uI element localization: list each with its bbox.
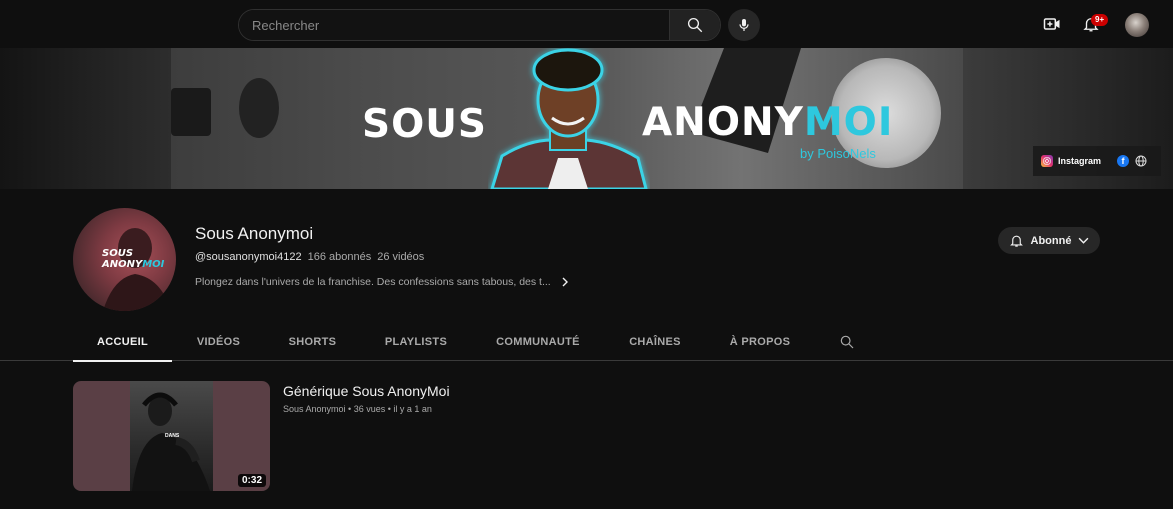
tab-communaute[interactable]: COMMUNAUTÉ xyxy=(486,322,590,361)
banner-title-right-white: ANONY xyxy=(642,100,804,145)
microphone-icon xyxy=(739,19,749,31)
tab-videos[interactable]: VIDÉOS xyxy=(186,322,251,361)
instagram-link[interactable]: Instagram xyxy=(1041,155,1101,167)
notification-badge: 9+ xyxy=(1091,14,1109,26)
channel-description-text: Plongez dans l'univers de la franchise. … xyxy=(195,276,551,288)
avatar-logo-line1: SOUS xyxy=(102,248,134,259)
subscribed-button[interactable]: Abonné xyxy=(998,227,1100,254)
tab-shorts[interactable]: SHORTS xyxy=(280,322,345,361)
video-title[interactable]: Générique Sous AnonyMoi xyxy=(283,383,450,399)
chevron-down-icon xyxy=(1079,237,1089,244)
banner-title-left: SOUS xyxy=(362,102,487,147)
account-avatar[interactable] xyxy=(1125,13,1149,37)
subscribed-label: Abonné xyxy=(1030,234,1072,247)
studio-lamp xyxy=(239,78,279,138)
facebook-icon[interactable]: f xyxy=(1117,155,1130,167)
video-count: 26 vidéos xyxy=(377,251,425,263)
instagram-label: Instagram xyxy=(1058,156,1102,166)
channel-meta: @sousanonymoi4122 166 abonnés 26 vidéos xyxy=(195,251,424,263)
banner-title-right: ANONYMOI xyxy=(642,100,893,145)
avatar-logo-line2: ANONYMOI xyxy=(102,259,165,270)
video-duration: 0:32 xyxy=(237,474,266,487)
search-button[interactable] xyxy=(669,10,720,40)
tab-accueil[interactable]: ACCUEIL xyxy=(73,322,172,362)
channel-handle: @sousanonymoi4122 xyxy=(195,251,302,263)
channel-avatar: SOUS ANONYMOI xyxy=(73,208,176,311)
search-icon xyxy=(687,17,703,33)
banner-subtitle: by PoisoNels xyxy=(800,146,876,161)
chevron-right-icon xyxy=(562,277,568,287)
channel-tabs: ACCUEIL VIDÉOS SHORTS PLAYLISTS COMMUNAU… xyxy=(0,322,1173,362)
studio-lamp xyxy=(171,88,211,136)
channel-avatar-logo: SOUS ANONYMOI xyxy=(102,248,165,270)
thumbnail-overlay-text: DANS xyxy=(165,433,180,439)
channel-banner: SOUS ANONYMOI by PoisoNels Instagram f xyxy=(0,48,1173,189)
tab-playlists[interactable]: PLAYLISTS xyxy=(376,322,456,361)
banner-backdrop-left xyxy=(0,48,171,189)
channel-description[interactable]: Plongez dans l'univers de la franchise. … xyxy=(195,276,570,288)
video-thumbnail[interactable]: DANS 0:32 xyxy=(73,381,270,491)
video-meta: Sous Anonymoi • 36 vues • il y a 1 an xyxy=(283,404,432,414)
instagram-icon xyxy=(1041,155,1053,167)
subscriber-count: 166 abonnés xyxy=(307,251,372,263)
banner-links: Instagram f xyxy=(1033,146,1161,176)
voice-search-button[interactable] xyxy=(728,9,760,41)
banner-title-right-accent: MOI xyxy=(803,100,894,145)
channel-name: Sous Anonymoi xyxy=(195,224,314,243)
avatar-logo-line2-white: ANONY xyxy=(102,259,143,270)
tab-a-propos[interactable]: À PROPOS xyxy=(722,322,798,361)
avatar-logo-line2-accent: MOI xyxy=(142,259,165,270)
channel-search-button[interactable] xyxy=(839,334,855,355)
create-video-icon xyxy=(1043,18,1060,30)
banner-person-image xyxy=(490,48,648,189)
search-box xyxy=(238,9,721,41)
bell-icon xyxy=(1009,235,1023,247)
tab-chaines[interactable]: CHAÎNES xyxy=(620,322,690,361)
globe-icon[interactable] xyxy=(1135,155,1147,167)
create-button[interactable] xyxy=(1040,12,1064,36)
search-input[interactable] xyxy=(239,10,669,40)
search-icon xyxy=(840,335,854,349)
top-bar: 9+ xyxy=(0,0,1173,48)
